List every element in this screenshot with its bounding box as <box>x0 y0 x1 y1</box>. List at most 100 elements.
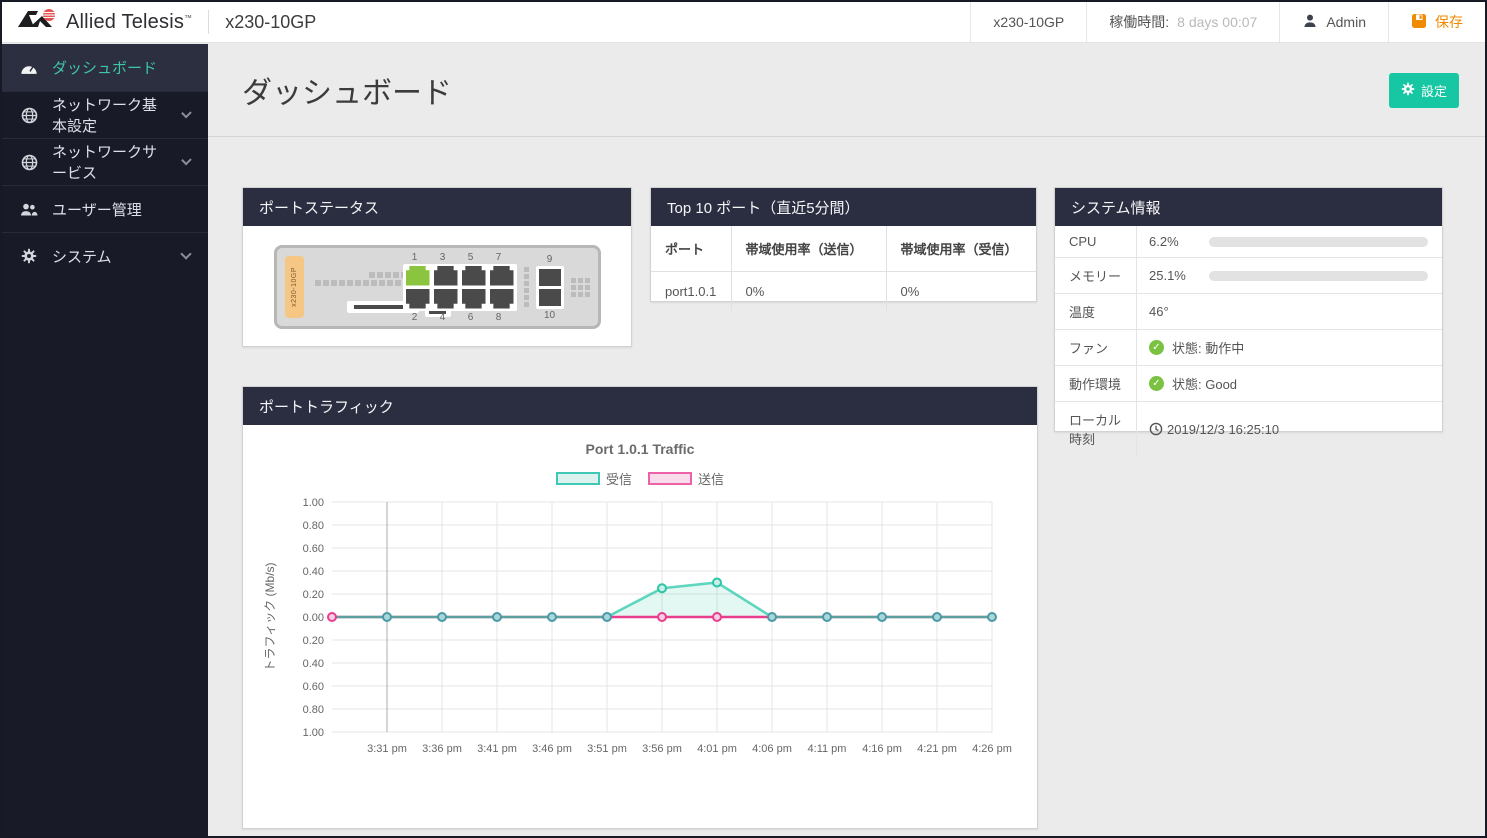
table-cell: port1.0.1 <box>651 272 731 312</box>
metric-value: 25.1% <box>1149 268 1201 283</box>
port-7[interactable] <box>490 266 514 286</box>
traffic-chart: Port 1.0.1 Traffic 受信 送信 1.000.800.6 <box>243 425 1037 771</box>
sidebar-item-0[interactable]: ダッシュボード <box>2 44 208 91</box>
chart-plot-area: 1.000.800.600.400.200.000.200.400.600.80… <box>243 488 1037 771</box>
settings-label: 設定 <box>1421 81 1447 100</box>
svg-text:0.40: 0.40 <box>303 658 324 670</box>
topbar-right: x230-10GP 稼働時間: 8 days 00:07 Admin 保存 <box>970 2 1485 42</box>
gear-icon <box>20 247 38 265</box>
sidebar: ダッシュボードネットワーク基本設定ネットワークサービスユーザー管理システム <box>2 44 208 836</box>
svg-text:0.20: 0.20 <box>303 589 324 601</box>
port-10[interactable] <box>539 289 561 306</box>
metric-value: 6.2% <box>1149 234 1201 249</box>
port-led <box>571 292 576 297</box>
port-led <box>578 278 583 283</box>
port-led <box>578 285 583 290</box>
status-led <box>355 280 361 286</box>
system-info-card-title: システム情報 <box>1055 188 1442 226</box>
port-led <box>571 285 576 290</box>
status-led <box>331 280 337 286</box>
port-8[interactable] <box>490 289 514 309</box>
trademark: ™ <box>184 13 192 22</box>
check-circle-icon: ✓ <box>1149 340 1164 355</box>
port-9[interactable] <box>539 269 561 286</box>
port-traffic-card-title: ポートトラフィック <box>243 387 1037 425</box>
svg-text:4:06 pm: 4:06 pm <box>752 743 792 755</box>
svg-text:4:21 pm: 4:21 pm <box>917 743 957 755</box>
topbar-device-name: x230-10GP <box>970 2 1086 42</box>
table-cell: 0% <box>731 272 886 312</box>
port-led <box>585 278 590 283</box>
sidebar-item-2[interactable]: ネットワークサービス <box>2 138 208 185</box>
port-traffic-card: ポートトラフィック Port 1.0.1 Traffic 受信 送信 <box>242 386 1038 829</box>
system-info-rows: CPU6.2%メモリー25.1%温度46°ファン✓状態: 動作中動作環境✓状態:… <box>1055 226 1442 456</box>
svg-text:4:26 pm: 4:26 pm <box>972 743 1012 755</box>
status-led <box>393 272 399 278</box>
topbar-left: Allied Telesis™ x230-10GP <box>2 2 316 42</box>
svg-text:0.80: 0.80 <box>303 520 324 532</box>
mid-led-column <box>524 267 529 307</box>
device-name-label: x230-10GP <box>993 14 1064 30</box>
port-1[interactable] <box>406 266 430 286</box>
svg-text:3:36 pm: 3:36 pm <box>422 743 462 755</box>
port-6[interactable] <box>462 289 486 309</box>
status-led <box>395 280 401 286</box>
status-led <box>371 280 377 286</box>
chevron-down-icon <box>181 108 191 118</box>
metric-bar <box>1209 237 1428 247</box>
port-2[interactable] <box>406 289 430 309</box>
chevron-down-icon <box>180 248 191 259</box>
save-button[interactable]: 保存 <box>1388 2 1485 42</box>
port-5[interactable] <box>462 266 486 286</box>
port-status-card: ポートステータス x230-10GP 13572468910 <box>242 187 632 347</box>
system-info-row-1: メモリー25.1% <box>1055 258 1442 294</box>
user-name: Admin <box>1326 14 1366 30</box>
top-ports-card-title: Top 10 ポート（直近5分間） <box>651 188 1036 226</box>
legend-item-send[interactable]: 送信 <box>648 469 724 488</box>
port-led <box>524 274 529 279</box>
uplink-led-grid <box>571 278 590 297</box>
system-info-row-4: 動作環境✓状態: Good <box>1055 366 1442 402</box>
svg-text:0.00: 0.00 <box>303 612 324 624</box>
chevron-down-icon <box>181 155 191 165</box>
status-text: 状態: 動作中 <box>1172 338 1244 357</box>
allied-telesis-logo-icon <box>16 7 58 38</box>
page-title: ダッシュボード <box>242 68 452 112</box>
sidebar-item-3[interactable]: ユーザー管理 <box>2 185 208 232</box>
svg-text:0.60: 0.60 <box>303 681 324 693</box>
switch-model-tab: x230-10GP <box>285 256 304 318</box>
status-led <box>339 280 345 286</box>
uptime-label: 稼働時間: <box>1109 12 1169 32</box>
table-row[interactable]: port1.0.10%0% <box>651 272 1036 312</box>
port-4[interactable] <box>434 289 458 309</box>
sidebar-item-label: ユーザー管理 <box>52 199 142 220</box>
sidebar-item-4[interactable]: システム <box>2 232 208 279</box>
port-led <box>585 285 590 290</box>
main-area: ダッシュボード 設定 <box>208 44 1485 836</box>
port-numbers-top: 1357 <box>403 252 517 263</box>
port-led <box>578 292 583 297</box>
svg-text:3:31 pm: 3:31 pm <box>367 743 407 755</box>
status-led <box>347 280 353 286</box>
user-menu[interactable]: Admin <box>1279 2 1388 42</box>
system-info-card: システム情報 CPU6.2%メモリー25.1%温度46°ファン✓状態: 動作中動… <box>1054 187 1443 432</box>
settings-button[interactable]: 設定 <box>1389 73 1459 108</box>
port-led <box>524 288 529 293</box>
status-led <box>377 272 383 278</box>
chart-legend: 受信 送信 <box>243 469 1037 488</box>
port-3[interactable] <box>434 266 458 286</box>
svg-text:3:51 pm: 3:51 pm <box>587 743 627 755</box>
sidebar-item-1[interactable]: ネットワーク基本設定 <box>2 91 208 138</box>
copper-ports: 13572468 <box>403 252 517 323</box>
legend-receive-label: 受信 <box>606 469 632 488</box>
system-info-row-0: CPU6.2% <box>1055 226 1442 258</box>
legend-item-receive[interactable]: 受信 <box>556 469 632 488</box>
svg-text:4:16 pm: 4:16 pm <box>862 743 902 755</box>
topbar-divider <box>208 10 209 34</box>
page-header: ダッシュボード 設定 <box>208 44 1485 137</box>
globe-icon <box>20 106 38 124</box>
clock-icon <box>1149 422 1163 436</box>
ports-area: 13572468910 <box>403 252 590 322</box>
port-status-card-title: ポートステータス <box>243 188 631 226</box>
uptime-value: 8 days 00:07 <box>1177 14 1257 30</box>
